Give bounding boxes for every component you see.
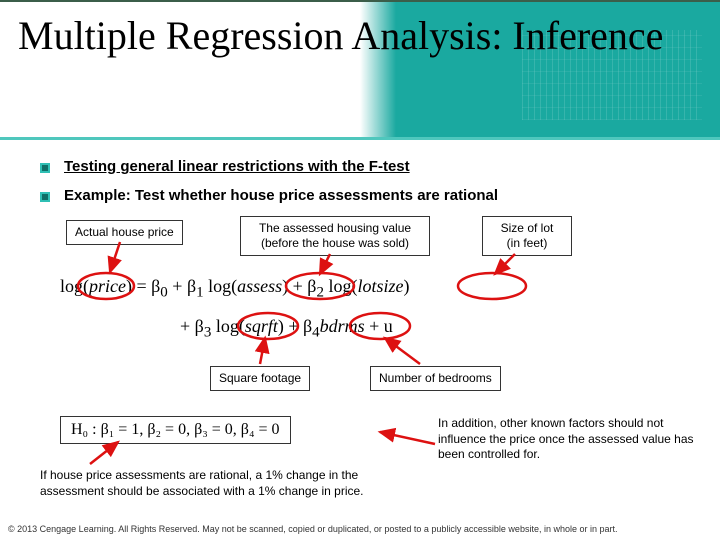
equation-diagram: Actual house price The assessed housing … xyxy=(40,216,696,416)
null-hypothesis: H₀ : β₁ = 1, β₂ = 0, β₃ = 0, β₄ = 0 xyxy=(60,416,291,444)
caption-left: If house price assessments are rational,… xyxy=(40,468,420,499)
bullet-icon xyxy=(40,192,50,202)
label-lot-size: Size of lot (in feet) xyxy=(482,216,572,256)
label-line: The assessed housing value xyxy=(259,221,411,235)
label-bedrooms: Number of bedrooms xyxy=(370,366,501,391)
equation-line-2: + β3 log(sqrft) + β4bdrms + u xyxy=(180,316,393,342)
bullet-2: Example: Test whether house price assess… xyxy=(64,187,498,204)
label-line: (in feet) xyxy=(507,236,548,250)
caption-right: In addition, other known factors should … xyxy=(438,416,698,463)
label-actual-price: Actual house price xyxy=(66,220,183,245)
bullet-icon xyxy=(40,163,50,173)
label-line: Size of lot xyxy=(501,221,554,235)
copyright-footer: © 2013 Cengage Learning. All Rights Rese… xyxy=(8,524,712,534)
label-line: (before the house was sold) xyxy=(261,236,409,250)
equation-line-1: log(price) = β0 + β1 log(assess) + β2 lo… xyxy=(60,276,409,302)
page-title: Multiple Regression Analysis: Inference xyxy=(0,2,720,58)
label-assessed-value: The assessed housing value (before the h… xyxy=(240,216,430,256)
bullet-1: Testing general linear restrictions with… xyxy=(64,158,410,175)
label-square-footage: Square footage xyxy=(210,366,310,391)
